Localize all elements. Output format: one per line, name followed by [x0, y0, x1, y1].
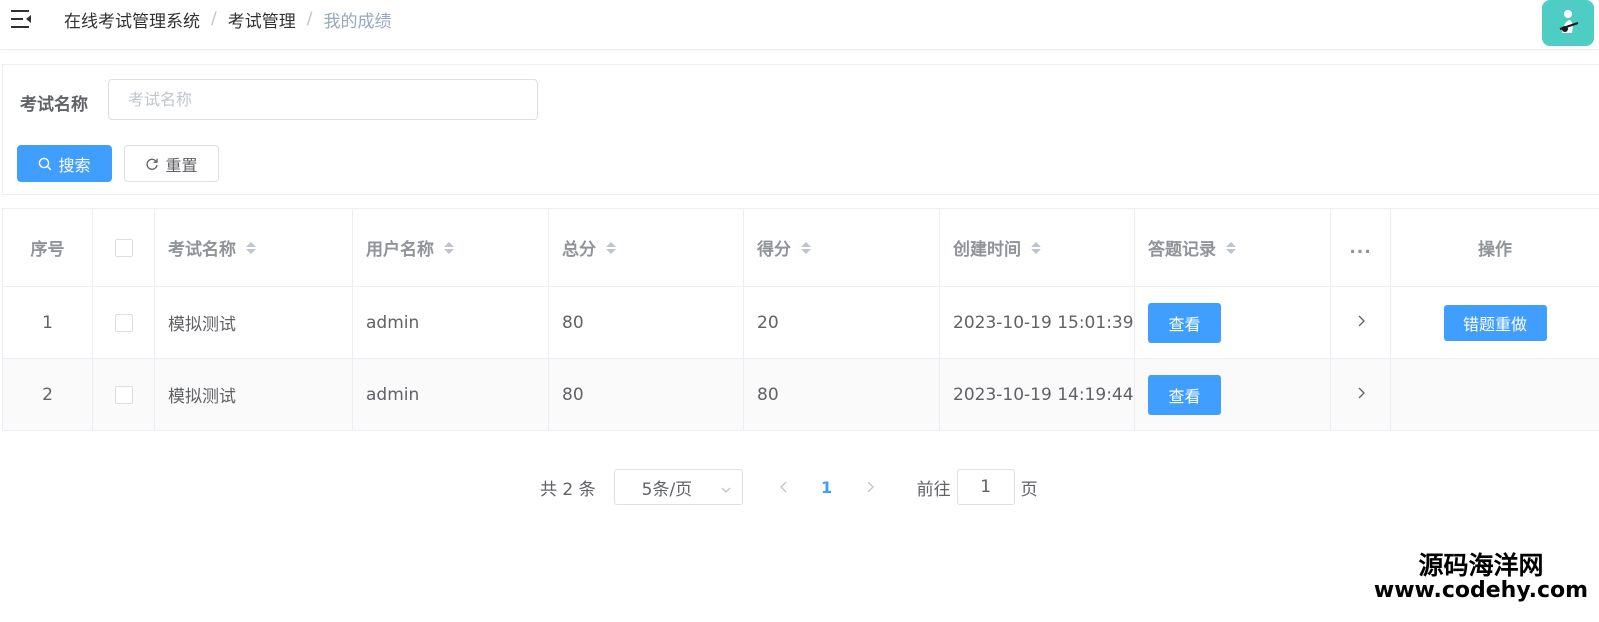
row-created-time: 2023-10-19 14:19:44 [940, 359, 1135, 430]
column-header-label: 操作 [1478, 240, 1512, 260]
column-header-label: 总分 [562, 240, 596, 260]
pagination-total: 共 2 条 [540, 479, 596, 500]
row-total-score: 80 [549, 287, 744, 358]
more-dots: ... [1349, 237, 1372, 258]
row-select-cell [93, 287, 155, 358]
row-score: 20 [744, 287, 940, 358]
column-header-label: 用户名称 [366, 240, 434, 260]
row-checkbox[interactable] [114, 385, 133, 404]
prev-page-button[interactable] [769, 472, 799, 502]
sort-caret-icon[interactable] [606, 241, 616, 254]
sort-caret-icon[interactable] [1226, 241, 1236, 254]
breadcrumb-separator: / [306, 9, 313, 29]
row-checkbox[interactable] [114, 313, 133, 332]
pagination: 共 2 条 5条/页 1 前往 页 [540, 469, 1038, 505]
user-avatar[interactable] [1542, 0, 1594, 46]
view-record-button[interactable]: 查看 [1148, 302, 1221, 343]
row-total-score: 80 [549, 359, 744, 430]
table-row: 1 模拟测试 admin 80 20 2023-10-19 15:01:39 查… [3, 286, 1599, 358]
page-size-select[interactable]: 5条/页 [613, 469, 743, 505]
column-header-label: 答题记录 [1148, 240, 1216, 260]
row-user-name: admin [353, 287, 549, 358]
breadcrumb: 在线考试管理系统 / 考试管理 / 我的成绩 [64, 7, 392, 32]
column-header-exam-name[interactable]: 考试名称 [155, 209, 353, 286]
row-user-name: admin [353, 359, 549, 430]
site-watermark: 源码海洋网 www.codehy.com [1366, 551, 1596, 604]
chevron-right-icon[interactable] [1355, 385, 1367, 405]
avatar-image-icon [1559, 10, 1579, 33]
sort-caret-icon[interactable] [246, 241, 256, 254]
row-actions-cell [1391, 359, 1599, 430]
exam-name-label: 考试名称 [20, 95, 88, 115]
redo-wrong-questions-button[interactable]: 错题重做 [1443, 304, 1547, 341]
table-row: 2 模拟测试 admin 80 80 2023-10-19 14:19:44 查… [3, 358, 1599, 431]
search-icon [39, 157, 52, 170]
row-exam-name: 模拟测试 [155, 287, 353, 358]
scores-table: 序号 考试名称 用户名称 总分 得分 创建时间 答题记录 ... 操作 1 模拟… [2, 208, 1599, 431]
goto-page-input[interactable] [956, 469, 1015, 505]
sort-caret-icon[interactable] [801, 241, 811, 254]
column-header-label: 得分 [757, 240, 791, 260]
chevron-down-icon [720, 481, 732, 501]
column-header-answer-record[interactable]: 答题记录 [1135, 209, 1331, 286]
breadcrumb-item-current: 我的成绩 [323, 11, 392, 32]
chevron-right-icon [867, 481, 874, 493]
exam-name-input[interactable] [108, 79, 538, 120]
chevron-right-icon[interactable] [1355, 313, 1367, 333]
goto-suffix: 页 [1020, 479, 1038, 500]
column-header-user-name[interactable]: 用户名称 [353, 209, 549, 286]
watermark-line-2: www.codehy.com [1373, 578, 1589, 604]
row-expand-cell [1331, 287, 1391, 358]
column-header-created-time[interactable]: 创建时间 [940, 209, 1135, 286]
sort-caret-icon[interactable] [1031, 241, 1041, 254]
table-header-row: 序号 考试名称 用户名称 总分 得分 创建时间 答题记录 ... 操作 [3, 209, 1599, 286]
column-header-select [93, 209, 155, 286]
breadcrumb-separator: / [211, 9, 217, 29]
column-header-more: ... [1331, 209, 1391, 286]
search-button[interactable]: 搜索 [17, 145, 112, 182]
sort-caret-icon[interactable] [444, 241, 454, 254]
next-page-button[interactable] [855, 472, 885, 502]
row-expand-cell [1331, 359, 1391, 430]
view-record-button[interactable]: 查看 [1148, 374, 1221, 415]
row-exam-name: 模拟测试 [155, 359, 353, 430]
search-button-label: 搜索 [58, 155, 91, 175]
breadcrumb-item-home[interactable]: 在线考试管理系统 [64, 7, 200, 32]
row-index: 2 [3, 359, 93, 430]
column-header-label: 创建时间 [953, 240, 1021, 260]
goto-prefix: 前往 [916, 479, 951, 500]
page-number-current[interactable]: 1 [807, 472, 847, 502]
column-header-score[interactable]: 得分 [744, 209, 940, 286]
hamburger-menu-icon[interactable] [10, 8, 34, 30]
chevron-left-icon [779, 481, 787, 493]
column-header-actions: 操作 [1391, 209, 1599, 286]
row-actions-cell: 错题重做 [1391, 287, 1599, 358]
search-form: 考试名称 搜索 重置 [2, 64, 1599, 195]
top-navbar: 在线考试管理系统 / 考试管理 / 我的成绩 [0, 0, 1599, 50]
page-size-value: 5条/页 [641, 479, 693, 500]
row-record-cell: 查看 [1135, 287, 1331, 358]
row-index: 1 [3, 287, 93, 358]
refresh-icon [146, 158, 159, 170]
reset-button-label: 重置 [165, 155, 198, 175]
row-created-time: 2023-10-19 15:01:39 [940, 287, 1135, 358]
watermark-line-1: 源码海洋网 [1418, 551, 1544, 580]
column-header-index: 序号 [3, 209, 93, 286]
column-header-label: 序号 [30, 240, 65, 260]
breadcrumb-item-exam-management[interactable]: 考试管理 [228, 7, 296, 32]
column-header-total-score[interactable]: 总分 [549, 209, 744, 286]
reset-button[interactable]: 重置 [124, 145, 219, 182]
column-header-label: 考试名称 [168, 240, 236, 260]
select-all-checkbox[interactable] [114, 238, 133, 257]
row-record-cell: 查看 [1135, 359, 1331, 430]
row-select-cell [93, 359, 155, 430]
row-score: 80 [744, 359, 940, 430]
